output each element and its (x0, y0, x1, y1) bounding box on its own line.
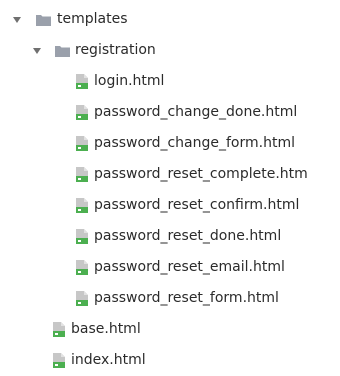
file-label: password_reset_form.html (94, 290, 279, 306)
html-file-icon (76, 74, 88, 89)
tree-folder-registration[interactable]: registration (0, 35, 340, 66)
folder-label: registration (75, 42, 156, 58)
file-tree: templates registration login.html passwor… (0, 4, 340, 376)
html-file-icon (76, 167, 88, 182)
tree-file-item[interactable]: password_reset_email.html (0, 252, 340, 283)
tree-file-item[interactable]: index.html (0, 345, 340, 376)
folder-label: templates (57, 11, 128, 27)
folder-icon (55, 46, 70, 57)
html-file-icon (76, 105, 88, 120)
file-label: index.html (71, 352, 146, 368)
file-label: password_reset_done.html (94, 228, 282, 244)
file-label: password_reset_complete.htm (94, 166, 308, 182)
file-label: password_reset_confirm.html (94, 197, 300, 213)
file-label: password_reset_email.html (94, 259, 285, 275)
tree-file-item[interactable]: login.html (0, 66, 340, 97)
html-file-icon (76, 291, 88, 306)
tree-file-item[interactable]: password_reset_form.html (0, 283, 340, 314)
file-label: login.html (94, 73, 165, 89)
html-file-icon (53, 322, 65, 337)
chevron-down-icon[interactable] (33, 48, 41, 54)
tree-folder-templates[interactable]: templates (0, 4, 340, 35)
html-file-icon (53, 353, 65, 368)
file-label: password_change_form.html (94, 135, 295, 151)
tree-file-item[interactable]: password_change_done.html (0, 97, 340, 128)
tree-file-item[interactable]: password_reset_complete.htm (0, 159, 340, 190)
tree-file-item[interactable]: password_reset_done.html (0, 221, 340, 252)
file-label: password_change_done.html (94, 104, 298, 120)
html-file-icon (76, 229, 88, 244)
html-file-icon (76, 260, 88, 275)
file-label: base.html (71, 321, 141, 337)
folder-icon (36, 15, 51, 26)
html-file-icon (76, 198, 88, 213)
tree-file-item[interactable]: password_reset_confirm.html (0, 190, 340, 221)
html-file-icon (76, 136, 88, 151)
chevron-down-icon[interactable] (13, 17, 21, 23)
tree-file-item[interactable]: password_change_form.html (0, 128, 340, 159)
tree-file-item[interactable]: base.html (0, 314, 340, 345)
